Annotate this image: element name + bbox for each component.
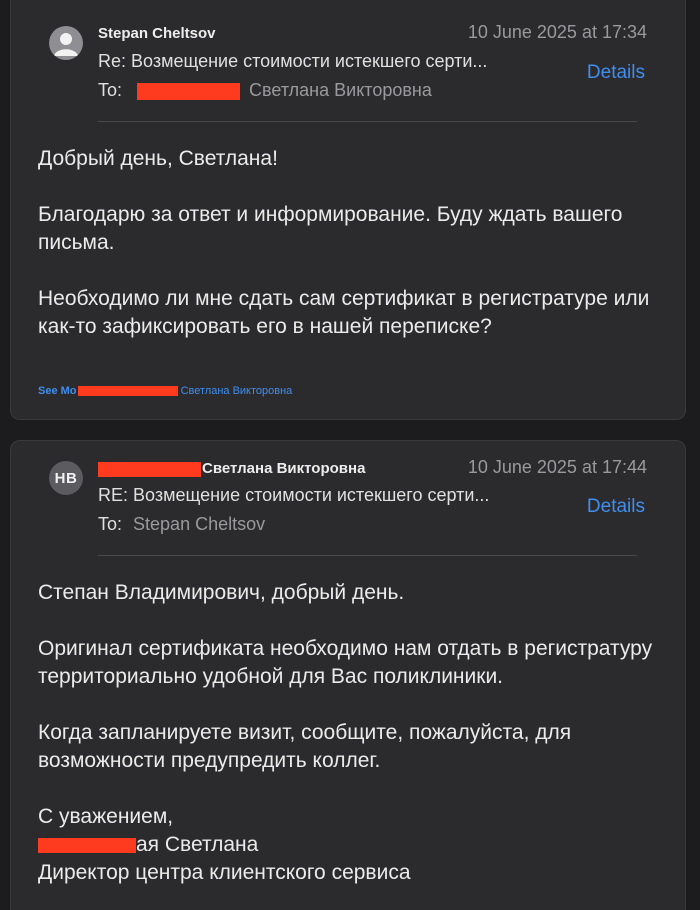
- sender-row: Светлана Викторовна: [98, 460, 365, 477]
- signature-name: ая Светлана: [136, 833, 259, 856]
- see-more-label[interactable]: See Mo: [38, 385, 77, 397]
- redaction-mark: [98, 461, 201, 477]
- redaction-mark: [137, 82, 241, 100]
- email-message-2: HB Светлана Викторовна 10 June 2025 at 1…: [10, 440, 686, 910]
- message-body: Степан Владимирович, добрый день. Оригин…: [38, 579, 655, 887]
- message-date: 10 June 2025 at 17:34: [467, 22, 647, 42]
- details-button[interactable]: Details: [587, 62, 645, 84]
- message-body: Добрый день, Светлана! Благодарю за отве…: [38, 145, 655, 341]
- message-subject: RE: Возмещение стоимости истекшего серти…: [98, 485, 490, 505]
- body-paragraph: Оригинал сертификата необходимо нам отда…: [38, 637, 653, 688]
- person-icon: [49, 26, 83, 60]
- recipient-name[interactable]: Stepan Cheltsov: [133, 514, 265, 534]
- to-label: To:: [98, 80, 123, 100]
- recipient-row: To: Светлана Викторовна: [98, 80, 432, 101]
- body-paragraph: Когда запланируете визит, сообщите, пожа…: [38, 721, 572, 772]
- signature-line: С уважением,: [38, 805, 174, 828]
- recipient-row: To: Stepan Cheltsov: [98, 514, 265, 535]
- sender-name: Stepan Cheltsov: [98, 25, 216, 42]
- body-paragraph: Добрый день, Светлана!: [38, 147, 278, 170]
- details-button[interactable]: Details: [587, 496, 645, 518]
- message-date: 10 June 2025 at 17:44: [467, 457, 647, 477]
- recipient-name[interactable]: Светлана Викторовна: [249, 80, 432, 100]
- body-paragraph: Необходимо ли мне сдать сам сертификат в…: [38, 287, 650, 338]
- see-more-name[interactable]: Светлана Викторовна: [181, 385, 293, 397]
- avatar: HB: [49, 461, 83, 495]
- email-message-1: Stepan Cheltsov 10 June 2025 at 17:34 Re…: [10, 0, 686, 420]
- header-divider: [98, 555, 637, 556]
- signature-line: Директор центра клиентского сервиса: [38, 861, 411, 884]
- redaction-mark: [77, 386, 178, 397]
- header-divider: [98, 121, 637, 122]
- message-subject: Re: Возмещение стоимости истекшего серти…: [98, 51, 488, 71]
- body-paragraph: Степан Владимирович, добрый день.: [38, 581, 405, 604]
- redaction-mark: [38, 837, 136, 853]
- body-paragraph: Благодарю за ответ и информирование. Буд…: [38, 203, 623, 254]
- see-more-link[interactable]: See Mo Светлана Викторовна: [38, 385, 292, 397]
- sender-name: Светлана Викторовна: [202, 460, 366, 477]
- signature-line: ая Светлана: [38, 831, 655, 859]
- to-label: To:: [98, 514, 123, 534]
